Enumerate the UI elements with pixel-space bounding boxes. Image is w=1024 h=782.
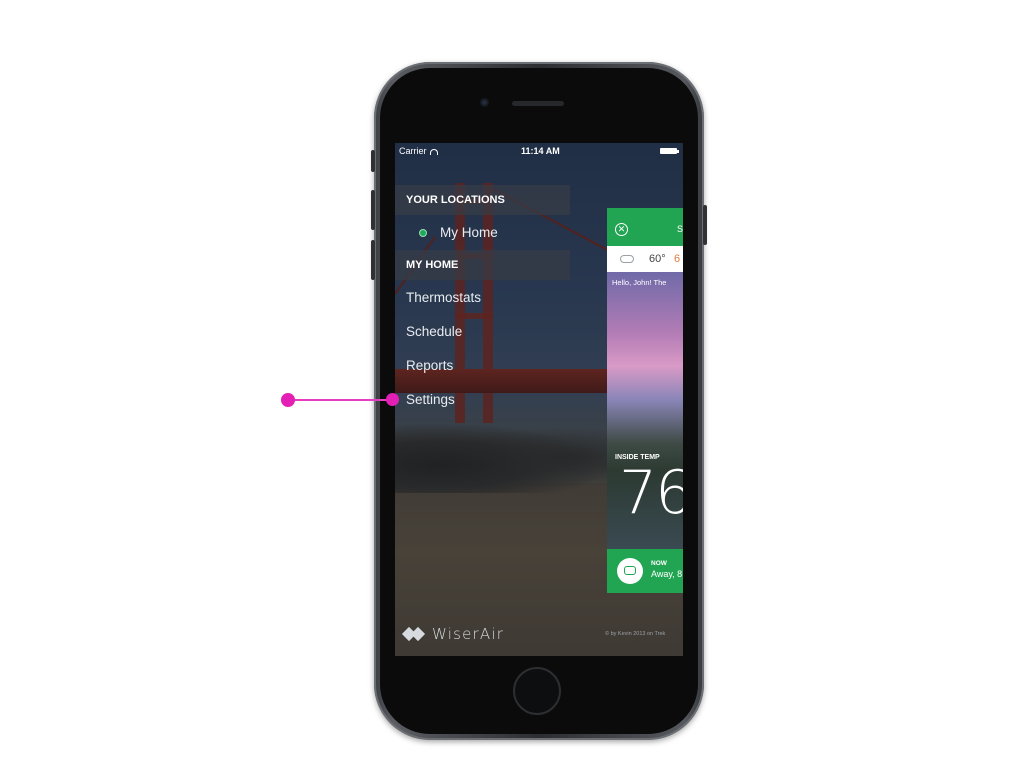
carrier-label: Carrier [399,146,438,156]
carrier-text: Carrier [399,146,427,156]
status-bar: Carrier 11:14 AM [395,143,683,160]
brand-name: WiserAir [432,625,505,643]
home-button[interactable] [513,667,561,715]
outside-temp: 60° [649,253,666,265]
location-photo: Hello, John! The INSIDE TEMP 76 [607,272,683,549]
menu-item-schedule[interactable]: Schedule [406,324,462,339]
photo-credit: © by Kevin 2013 on Trek [605,631,666,637]
volume-up-button [371,190,375,230]
section-header-my-home: MY HOME [395,250,570,280]
annotation-dot-start [281,393,295,407]
panel-title: S [677,224,683,234]
car-icon [617,558,643,584]
mode-bar[interactable]: NOW Away, 8 [607,549,683,593]
annotation-dot-end [386,393,399,406]
section-header-locations: YOUR LOCATIONS [395,185,570,215]
location-label: My Home [440,225,498,240]
location-item-my-home[interactable]: My Home [419,225,498,240]
volume-down-button [371,240,375,280]
menu-item-settings[interactable]: Settings [406,392,455,407]
inside-temp-value: 76 [619,458,683,528]
menu-item-reports[interactable]: Reports [406,358,453,373]
menu-item-thermostats[interactable]: Thermostats [406,290,481,305]
brand-logo-icon [401,626,426,642]
annotation-line [288,399,392,401]
speaker-grille [512,101,564,106]
panel-header: ✕ S [607,208,683,246]
brand-logo: WiserAir [401,625,505,643]
power-button [703,205,707,245]
mode-label: NOW [651,560,667,567]
outside-temp-high: 6 [674,253,681,265]
mode-value: Away, 8 [651,569,683,579]
battery-icon [660,148,679,154]
clock: 11:14 AM [521,146,560,156]
greeting-text: Hello, John! The [612,278,667,287]
camera-icon [480,98,489,107]
mute-switch [371,150,375,172]
weather-bar: 60° 6 [607,246,683,272]
app-screen: Carrier 11:14 AM YOUR LOCATIONS My Home … [395,143,683,656]
close-icon[interactable]: ✕ [615,223,628,236]
wifi-icon [429,148,438,155]
main-view-panel[interactable]: ✕ S 60° 6 Hello, John! The INSIDE TEMP 7… [607,208,683,593]
cloud-icon [620,255,634,263]
location-dot-icon [419,228,427,237]
